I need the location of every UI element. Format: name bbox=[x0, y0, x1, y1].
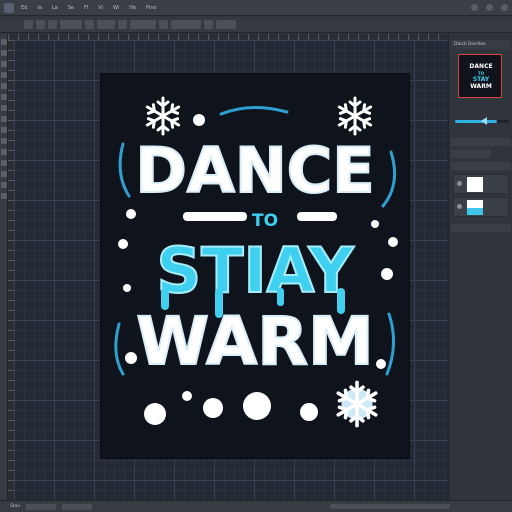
color-swatch-icon[interactable] bbox=[1, 171, 7, 177]
gradient-tool-icon[interactable] bbox=[1, 105, 7, 111]
move-tool-icon[interactable] bbox=[1, 39, 7, 45]
option-button[interactable] bbox=[97, 20, 115, 29]
option-button[interactable] bbox=[60, 20, 82, 29]
divider-bar bbox=[183, 212, 247, 221]
option-button[interactable] bbox=[85, 20, 94, 29]
artboard[interactable]: DANCE TO STIAY WARM bbox=[101, 74, 409, 458]
panel-row bbox=[451, 224, 511, 232]
screen-mode-icon[interactable] bbox=[1, 193, 7, 199]
option-button[interactable] bbox=[204, 20, 213, 29]
artboard-thumbnail[interactable]: DANCE TO STAY WARM bbox=[458, 54, 502, 98]
menu-item[interactable]: La bbox=[49, 5, 61, 11]
menu-item[interactable]: Ia bbox=[34, 5, 45, 11]
options-bar bbox=[0, 17, 512, 33]
thumb-line: DANCE bbox=[469, 63, 493, 70]
option-button[interactable] bbox=[159, 20, 168, 29]
window-title: Pinx bbox=[146, 4, 157, 11]
properties-panel: Daick Divrdan DANCE TO STAY WARM bbox=[448, 34, 512, 500]
close-icon[interactable] bbox=[501, 4, 508, 11]
status-field[interactable] bbox=[62, 503, 93, 510]
menu-item[interactable]: He bbox=[126, 5, 139, 11]
headline-line-1: DANCE bbox=[135, 134, 374, 207]
layer-row[interactable] bbox=[453, 174, 509, 194]
menu-item[interactable]: Fl bbox=[81, 5, 91, 11]
lasso-tool-icon[interactable] bbox=[1, 61, 7, 67]
panel-row bbox=[451, 150, 491, 158]
headline-line-2: TO bbox=[252, 211, 278, 231]
zoom-tool-icon[interactable] bbox=[1, 160, 7, 166]
divider-bar bbox=[297, 212, 337, 221]
menu-item[interactable]: Wi bbox=[110, 5, 122, 11]
brush-tool-icon[interactable] bbox=[1, 83, 7, 89]
option-button[interactable] bbox=[24, 20, 33, 29]
slider-fill bbox=[455, 120, 498, 123]
zoom-slider[interactable] bbox=[455, 117, 509, 125]
horizontal-scrollbar[interactable] bbox=[330, 504, 450, 509]
status-bar: Stav bbox=[0, 500, 512, 512]
headline-line-3: STIAY bbox=[157, 234, 355, 307]
layer-thumbnail bbox=[467, 200, 483, 215]
poster-artwork: DANCE TO STIAY WARM bbox=[114, 96, 398, 428]
hand-tool-icon[interactable] bbox=[1, 149, 7, 155]
snowflake-icon bbox=[145, 96, 181, 136]
eraser-tool-icon[interactable] bbox=[1, 94, 7, 100]
marquee-tool-icon[interactable] bbox=[1, 50, 7, 56]
pen-tool-icon[interactable] bbox=[1, 116, 7, 122]
panel-title: Daick Divrdan bbox=[451, 40, 511, 49]
panel-row bbox=[451, 138, 511, 146]
mask-tool-icon[interactable] bbox=[1, 182, 7, 188]
option-button[interactable] bbox=[48, 20, 57, 29]
snowflake-icon bbox=[336, 380, 378, 428]
panel-row bbox=[451, 162, 511, 170]
headline-line-4: WARM bbox=[136, 303, 373, 380]
menu-item[interactable]: Vi bbox=[95, 5, 106, 11]
option-button[interactable] bbox=[216, 20, 236, 29]
snowflake-icon bbox=[337, 96, 373, 136]
option-button[interactable] bbox=[118, 20, 127, 29]
tools-panel bbox=[0, 34, 8, 500]
eye-icon[interactable] bbox=[457, 204, 462, 209]
thumb-line: STAY bbox=[472, 76, 490, 83]
menu-bar: Ed Ia La Se Fl Vi Wi He Pinx bbox=[0, 0, 512, 16]
minimize-icon[interactable] bbox=[471, 4, 478, 11]
status-label: Stav bbox=[10, 504, 21, 509]
type-tool-icon[interactable] bbox=[1, 127, 7, 133]
eye-icon[interactable] bbox=[457, 181, 462, 186]
layer-row[interactable] bbox=[453, 197, 509, 217]
menu-item[interactable]: Ed bbox=[18, 5, 30, 11]
option-button[interactable] bbox=[36, 20, 45, 29]
slider-knob-icon[interactable] bbox=[481, 117, 488, 125]
status-field[interactable] bbox=[26, 503, 57, 510]
option-button[interactable] bbox=[130, 20, 156, 29]
thumb-line: WARM bbox=[470, 83, 492, 90]
menu-item[interactable]: Se bbox=[65, 5, 77, 11]
crop-tool-icon[interactable] bbox=[1, 72, 7, 78]
layer-thumbnail bbox=[467, 177, 483, 192]
shape-tool-icon[interactable] bbox=[1, 138, 7, 144]
app-logo-icon bbox=[4, 2, 14, 13]
option-button[interactable] bbox=[171, 20, 201, 29]
maximize-icon[interactable] bbox=[486, 4, 493, 11]
app-window: Ed Ia La Se Fl Vi Wi He Pinx DANCE TO ST… bbox=[0, 0, 512, 512]
